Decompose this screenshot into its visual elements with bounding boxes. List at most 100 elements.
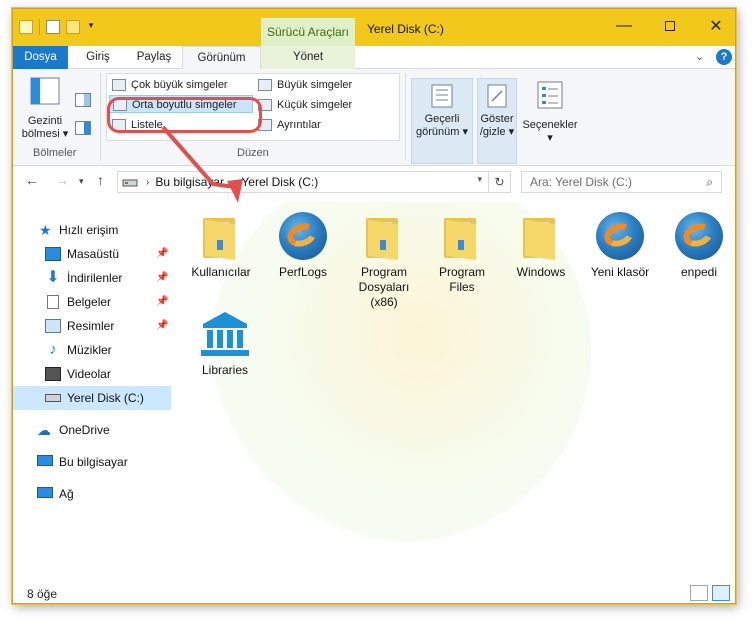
large-icons-icon [258, 79, 272, 91]
file-item-users[interactable]: Kullanıcılar [185, 212, 257, 280]
nav-this-pc[interactable]: Bu bilgisayar [13, 450, 171, 474]
maximize-icon [665, 21, 675, 31]
recent-locations-icon[interactable]: ▾ [79, 176, 84, 187]
layout-extra-large-icons[interactable]: Çok büyük simgeler [109, 76, 251, 94]
address-bar[interactable]: › Bu bilgisayar › Yerel Disk (C:) ▾ ↻ [117, 171, 511, 193]
nav-item-local-disk[interactable]: Yerel Disk (C:) [13, 386, 171, 410]
file-item-label: Windows [516, 265, 566, 279]
music-icon: ♪ [49, 341, 57, 358]
options-button[interactable]: Seçenekler ▾ [519, 81, 581, 145]
file-item-program-files-x86[interactable]: Program Dosyaları (x86) [348, 212, 420, 310]
navigation-pane-label-1: Gezinti [27, 115, 63, 127]
ribbon-divider [100, 73, 101, 161]
pin-icon[interactable]: 📌 [156, 290, 168, 314]
layout-details[interactable]: Ayrıntılar [255, 116, 385, 134]
file-item-libraries[interactable]: Libraries [189, 310, 261, 378]
tab-manage[interactable]: Yönet [261, 46, 355, 69]
file-item-perflogs[interactable]: PerfLogs [267, 212, 339, 280]
pin-icon[interactable]: 📌 [156, 266, 168, 290]
nav-item-downloads[interactable]: ⬇ İndirilenler 📌 [13, 266, 171, 290]
forward-icon[interactable]: → [55, 172, 69, 188]
file-item-label: Kullanıcılar [191, 265, 251, 279]
nav-item-videos[interactable]: Videolar [13, 362, 171, 386]
layout-extra-large-label: Çok büyük simgeler [131, 79, 228, 91]
layout-small-icons[interactable]: Küçük simgeler [255, 96, 385, 114]
folder-icon [358, 212, 410, 261]
nav-this-pc-label: Bu bilgisayar [59, 455, 128, 469]
large-icons-view-toggle-icon[interactable] [712, 585, 730, 601]
back-icon[interactable]: ← [25, 172, 39, 188]
current-view-button[interactable]: Geçerli görünüm ▾ [411, 78, 473, 164]
options-icon [537, 81, 563, 109]
file-item-windows[interactable]: Windows [505, 212, 577, 280]
folder-icon [19, 20, 33, 34]
current-view-label-1: Geçerli [424, 113, 460, 125]
chevron-down-icon[interactable]: ⌄ [695, 50, 704, 63]
computer-icon [37, 455, 53, 466]
show-hide-icon [487, 84, 507, 108]
nav-item-documents[interactable]: Belgeler 📌 [13, 290, 171, 314]
app-orb-icon [673, 212, 725, 260]
new-folder-icon[interactable] [66, 20, 80, 34]
options-label: Seçenekler [522, 119, 578, 131]
pin-icon[interactable]: 📌 [156, 242, 168, 266]
current-view-icon [431, 84, 453, 108]
minimize-button[interactable]: — [601, 9, 647, 43]
breadcrumb-chevron-icon[interactable]: › [232, 177, 235, 188]
layout-large-icons[interactable]: Büyük simgeler [255, 76, 385, 94]
nav-item-pictures[interactable]: Resimler 📌 [13, 314, 171, 338]
drive-tools-context-header: Sürücü Araçları [261, 18, 355, 46]
highlight-callout [107, 97, 262, 133]
show-hide-label-2: /gizle ▾ [479, 126, 515, 138]
tab-share[interactable]: Paylaş [126, 46, 182, 69]
file-item-label: Libraries [201, 363, 249, 377]
details-view-toggle-icon[interactable] [690, 585, 708, 601]
ribbon-divider [405, 73, 406, 161]
breadcrumb-chevron-icon[interactable]: › [146, 177, 149, 188]
quick-access-toolbar: ▾ [19, 19, 96, 35]
nav-item-label: Yerel Disk (C:) [67, 391, 144, 405]
show-hide-button[interactable]: Göster /gizle ▾ [477, 78, 517, 164]
help-icon[interactable]: ? [716, 49, 732, 65]
navigation-pane-button[interactable]: Gezinti bölmesi ▾ [19, 77, 71, 141]
file-item-program-files[interactable]: Program Files [426, 212, 498, 295]
file-item-new-folder[interactable]: Yeni klasör [584, 212, 656, 280]
nav-item-desktop[interactable]: Masaüstü 📌 [13, 242, 171, 266]
show-hide-label-1: Göster [480, 113, 514, 125]
nav-item-music[interactable]: ♪ Müzikler [13, 338, 171, 362]
file-item-label: Yeni klasör [590, 265, 650, 279]
file-item-label: Program Dosyaları (x86) [358, 265, 410, 309]
nav-quick-access[interactable]: ★ Hızlı erişim [13, 218, 171, 242]
layout-details-label: Ayrıntılar [277, 119, 321, 131]
pictures-icon [45, 319, 61, 333]
properties-icon[interactable] [46, 20, 60, 34]
tab-home[interactable]: Giriş [70, 46, 126, 69]
tab-view[interactable]: Görünüm [182, 46, 261, 70]
tab-file[interactable]: Dosya [13, 46, 68, 69]
explorer-window: ▾ Sürücü Araçları Yerel Disk (C:) — ✕ Do… [12, 8, 736, 604]
nav-onedrive[interactable]: ☁ OneDrive [13, 418, 171, 442]
pin-icon[interactable]: 📌 [156, 314, 168, 338]
maximize-button[interactable] [647, 9, 693, 43]
address-dropdown-icon[interactable]: ▾ [477, 174, 482, 185]
file-item-label: PerfLogs [278, 265, 328, 279]
breadcrumb-local-disk[interactable]: Yerel Disk (C:) [241, 175, 318, 189]
desktop-icon [45, 247, 61, 261]
nav-network[interactable]: Ağ [13, 482, 171, 506]
search-input[interactable]: Ara: Yerel Disk (C:) ⌕ [521, 171, 722, 193]
layout-large-label: Büyük simgeler [277, 79, 353, 91]
file-list: Kullanıcılar PerfLogs Program Dosyaları … [173, 202, 735, 582]
nav-item-label: Videolar [67, 367, 111, 381]
close-button[interactable]: ✕ [693, 9, 735, 43]
refresh-icon[interactable]: ↻ [488, 172, 510, 192]
breadcrumb-this-pc[interactable]: Bu bilgisayar [155, 175, 224, 189]
app-orb-icon [594, 212, 646, 260]
drive-icon [45, 394, 61, 402]
title-bar: ▾ Sürücü Araçları Yerel Disk (C:) — ✕ [13, 9, 735, 46]
search-icon: ⌕ [706, 175, 713, 189]
customize-toolbar-icon[interactable]: ▾ [86, 20, 96, 34]
file-item-enpedi[interactable]: enpedi [663, 212, 735, 280]
preview-pane-icon[interactable] [75, 93, 91, 107]
up-icon[interactable]: ↑ [97, 172, 104, 188]
details-pane-icon[interactable] [75, 121, 91, 135]
